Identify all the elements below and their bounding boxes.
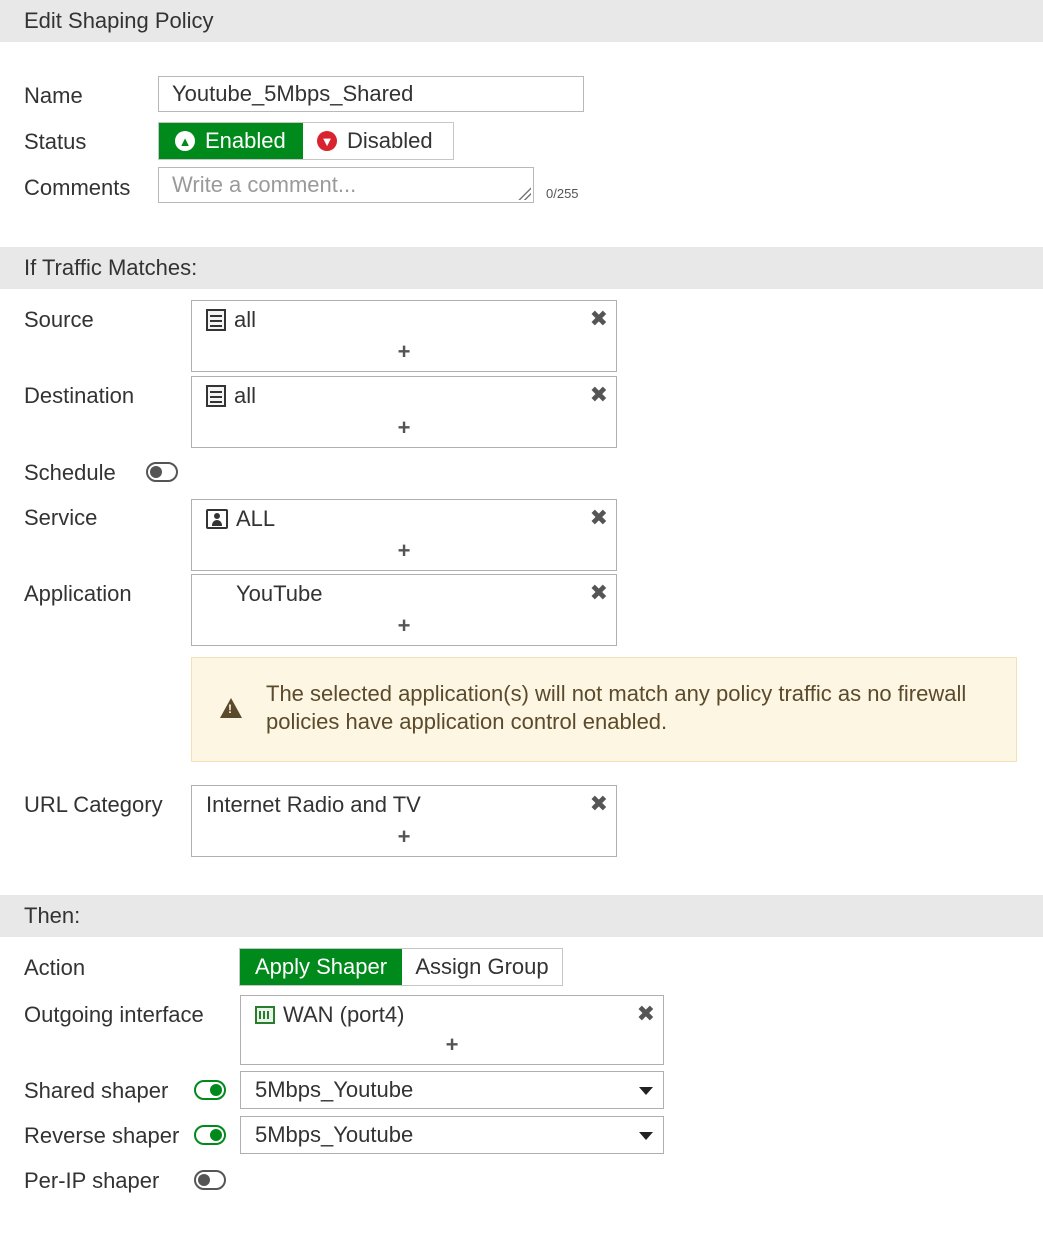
per-ip-shaper-label: Per-IP shaper <box>24 1168 160 1193</box>
service-item-label: ALL <box>236 506 276 531</box>
caret-down-icon <box>639 1087 653 1095</box>
remove-icon[interactable]: ✖ <box>590 382 608 408</box>
status-toggle-group: ▲ Enabled ▼ Disabled <box>158 122 454 160</box>
warning-icon <box>220 698 242 718</box>
per-ip-shaper-toggle[interactable] <box>194 1170 226 1190</box>
destination-entry-box[interactable]: all ✖ + <box>191 376 617 448</box>
action-toggle-group: Apply Shaper Assign Group <box>239 948 563 986</box>
comments-label: Comments <box>24 175 131 200</box>
add-icon[interactable]: + <box>398 339 411 365</box>
add-icon[interactable]: + <box>398 538 411 564</box>
remove-icon[interactable]: ✖ <box>590 791 608 817</box>
url-category-item: Internet Radio and TV <box>206 792 421 818</box>
then-section-header: Then: <box>0 895 1043 937</box>
traffic-section-header: If Traffic Matches: <box>0 247 1043 289</box>
application-label: Application <box>24 581 132 606</box>
reverse-shaper-select[interactable]: 5Mbps_Youtube <box>240 1116 664 1154</box>
assign-group-button[interactable]: Assign Group <box>402 949 562 985</box>
toggle-knob <box>198 1174 210 1186</box>
schedule-toggle[interactable] <box>146 462 178 482</box>
application-item: YouTube <box>236 581 322 607</box>
service-icon <box>206 509 228 529</box>
url-category-label: URL Category <box>24 792 163 817</box>
application-item-label: YouTube <box>236 581 323 606</box>
shared-shaper-toggle[interactable] <box>194 1080 226 1100</box>
resize-grip-icon[interactable] <box>517 186 531 200</box>
name-label: Name <box>24 83 83 108</box>
toggle-knob <box>210 1129 222 1141</box>
outgoing-interface-label: Outgoing interface <box>24 1002 204 1027</box>
source-label: Source <box>24 307 94 332</box>
address-icon <box>206 309 226 331</box>
outgoing-interface-entry-box[interactable]: WAN (port4) ✖ + <box>240 995 664 1065</box>
service-item: ALL <box>206 506 275 532</box>
reverse-shaper-label: Reverse shaper <box>24 1123 180 1148</box>
destination-item: all <box>206 383 256 409</box>
outgoing-interface-item-label: WAN (port4) <box>283 1002 405 1027</box>
remove-icon[interactable]: ✖ <box>590 306 608 332</box>
source-item: all <box>206 307 256 333</box>
add-icon[interactable]: + <box>398 824 411 850</box>
address-icon <box>206 385 226 407</box>
url-category-entry-box[interactable]: Internet Radio and TV ✖ + <box>191 785 617 857</box>
destination-item-label: all <box>234 383 257 408</box>
toggle-knob <box>210 1084 222 1096</box>
status-enabled-button[interactable]: ▲ Enabled <box>159 123 303 159</box>
traffic-section-title: If Traffic Matches: <box>24 255 198 280</box>
name-input[interactable]: Youtube_5Mbps_Shared <box>158 76 584 112</box>
url-category-item-label: Internet Radio and TV <box>206 792 421 817</box>
add-icon[interactable]: + <box>398 613 411 639</box>
action-label: Action <box>24 955 86 980</box>
shared-shaper-value: 5Mbps_Youtube <box>255 1077 414 1102</box>
status-disabled-label: Disabled <box>347 128 433 153</box>
comments-counter: 0/255 <box>546 186 579 201</box>
application-warning: The selected application(s) will not mat… <box>191 657 1017 762</box>
application-entry-box[interactable]: YouTube ✖ + <box>191 574 617 646</box>
source-item-label: all <box>234 307 257 332</box>
page-title: Edit Shaping Policy <box>24 8 214 33</box>
remove-icon[interactable]: ✖ <box>590 580 608 606</box>
toggle-knob <box>150 466 162 478</box>
status-disabled-button[interactable]: ▼ Disabled <box>303 123 453 159</box>
shared-shaper-label: Shared shaper <box>24 1078 169 1103</box>
source-entry-box[interactable]: all ✖ + <box>191 300 617 372</box>
status-label: Status <box>24 129 87 154</box>
arrow-up-circle-icon: ▲ <box>175 131 195 151</box>
reverse-shaper-toggle[interactable] <box>194 1125 226 1145</box>
comments-textarea[interactable]: Write a comment... <box>158 167 534 203</box>
schedule-label: Schedule <box>24 460 116 485</box>
add-icon[interactable]: + <box>446 1032 459 1058</box>
status-enabled-label: Enabled <box>205 128 286 153</box>
remove-icon[interactable]: ✖ <box>590 505 608 531</box>
destination-label: Destination <box>24 383 135 408</box>
comments-placeholder: Write a comment... <box>172 172 357 197</box>
caret-down-icon <box>639 1132 653 1140</box>
reverse-shaper-value: 5Mbps_Youtube <box>255 1122 414 1147</box>
apply-shaper-button[interactable]: Apply Shaper <box>240 949 402 985</box>
shared-shaper-select[interactable]: 5Mbps_Youtube <box>240 1071 664 1109</box>
then-section-title: Then: <box>24 903 81 928</box>
interface-icon <box>255 1006 275 1024</box>
arrow-down-circle-icon: ▼ <box>317 131 337 151</box>
page-header: Edit Shaping Policy <box>0 0 1043 42</box>
add-icon[interactable]: + <box>398 415 411 441</box>
remove-icon[interactable]: ✖ <box>637 1001 655 1027</box>
outgoing-interface-item: WAN (port4) <box>255 1002 404 1028</box>
warning-text: The selected application(s) will not mat… <box>266 681 967 734</box>
service-entry-box[interactable]: ALL ✖ + <box>191 499 617 571</box>
service-label: Service <box>24 505 98 530</box>
